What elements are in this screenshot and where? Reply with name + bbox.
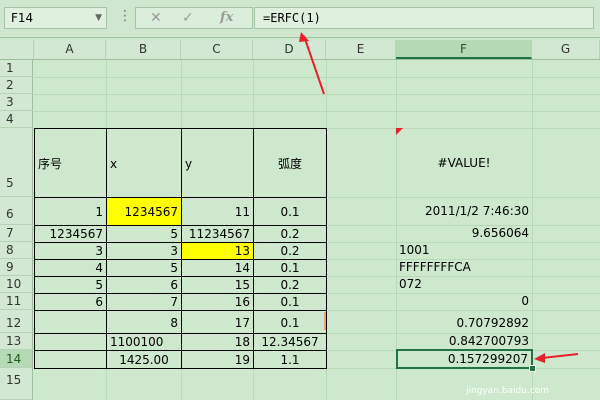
table-cell[interactable]: 0.2 [253, 225, 327, 243]
cell-f6[interactable]: 2011/1/2 7:46:30 [396, 197, 532, 225]
annotation-arrow-left [534, 353, 579, 363]
select-all-corner[interactable] [0, 40, 34, 59]
row-header-8[interactable]: 8 [0, 242, 33, 259]
table-cell[interactable]: 4 [34, 259, 107, 277]
table-cell[interactable]: 1 [34, 197, 107, 226]
grid-line [34, 111, 600, 112]
table-cell[interactable]: 3 [34, 242, 107, 260]
table-cell[interactable]: 5 [34, 276, 107, 294]
table-cell[interactable]: 0.1 [253, 259, 327, 277]
column-header-b[interactable]: B [106, 40, 181, 59]
table-cell[interactable]: 6 [106, 276, 182, 294]
cell-f13[interactable]: 0.842700793 [396, 333, 532, 350]
confirm-icon[interactable]: ✓ [182, 10, 194, 26]
table-header-index[interactable]: 序号 [34, 128, 107, 198]
row-header-3[interactable]: 3 [0, 94, 33, 111]
cell-f11[interactable]: 0 [396, 293, 532, 310]
table-cell[interactable]: 3 [106, 242, 182, 260]
row-header-6[interactable]: 6 [0, 197, 33, 225]
row-header-7[interactable]: 7 [0, 225, 33, 242]
row-header-2[interactable]: 2 [0, 77, 33, 94]
table-cell[interactable]: 1234567 [106, 197, 182, 226]
table-header-radian[interactable]: 弧度 [253, 128, 327, 198]
column-header-g[interactable]: G [532, 40, 600, 59]
table-cell[interactable]: 7 [106, 293, 182, 311]
table-cell[interactable]: 0.2 [253, 276, 327, 294]
table-cell[interactable] [34, 350, 107, 369]
table-cell[interactable]: 16 [181, 293, 254, 311]
row-header-13[interactable]: 13 [0, 333, 33, 350]
table-cell[interactable]: 6 [34, 293, 107, 311]
table-cell[interactable]: 5 [106, 225, 182, 243]
table-cell[interactable]: 18 [181, 333, 254, 351]
formula-buttons: ✕ ✓ fx [135, 7, 253, 29]
table-cell[interactable]: 8 [106, 310, 182, 334]
row-header-5[interactable]: 5 [0, 128, 33, 197]
table-header-x[interactable]: x [106, 128, 182, 198]
table-cell[interactable]: 15 [181, 276, 254, 294]
row-header-14[interactable]: 14 [0, 350, 33, 368]
table-cell[interactable]: 0.1 [253, 197, 327, 226]
cell-f7[interactable]: 9.656064 [396, 225, 532, 242]
table-cell[interactable]: 17 [181, 310, 254, 334]
row-header-10[interactable]: 10 [0, 276, 33, 293]
annotation-arrow-up [299, 32, 325, 95]
row-header-1[interactable]: 1 [0, 60, 33, 77]
row-header-12[interactable]: 12 [0, 310, 33, 333]
table-cell[interactable]: 19 [181, 350, 254, 369]
name-box[interactable]: F14 ▼ [4, 7, 107, 29]
watermark: jingyan.baidu.com [466, 386, 550, 396]
formula-input[interactable]: =ERFC(1) [254, 7, 594, 29]
row-header-9[interactable]: 9 [0, 259, 33, 276]
more-options-icon[interactable]: ⋮ [118, 8, 132, 24]
row-header-15[interactable]: 15 [0, 368, 33, 400]
name-box-value: F14 [11, 11, 34, 25]
column-header-a[interactable]: A [34, 40, 106, 59]
table-cell[interactable]: 5 [106, 259, 182, 277]
column-header-c[interactable]: C [181, 40, 253, 59]
table-cell[interactable]: 12.34567 [253, 333, 327, 351]
column-header-f[interactable]: F [396, 40, 532, 59]
cell-f8[interactable]: 1001 [396, 242, 532, 259]
cell-f9[interactable]: FFFFFFFFCA [396, 259, 532, 276]
table-cell[interactable] [34, 310, 107, 334]
table-cell[interactable]: 0.2 [253, 242, 327, 260]
insert-function-icon[interactable]: fx [220, 10, 233, 25]
table-cell[interactable] [34, 333, 107, 351]
cell-f5[interactable]: #VALUE! [396, 128, 532, 197]
table-cell[interactable]: 1.1 [253, 350, 327, 369]
row-header-11[interactable]: 11 [0, 293, 33, 310]
table-cell[interactable]: 1234567 [34, 225, 107, 243]
table-cell[interactable]: 14 [181, 259, 254, 277]
row-header-4[interactable]: 4 [0, 111, 33, 128]
cell-f14-selected[interactable]: 0.157299207 [396, 349, 533, 369]
cell-comment-marker [396, 128, 403, 135]
cancel-icon[interactable]: ✕ [150, 10, 162, 26]
table-cell[interactable]: 11 [181, 197, 254, 226]
table-cell[interactable]: 1100100 [106, 333, 182, 351]
table-header-y[interactable]: y [181, 128, 254, 198]
table-cell[interactable]: 13 [181, 242, 254, 260]
cell-error-indicator [324, 312, 326, 330]
cell-f12[interactable]: 0.70792892 [396, 310, 532, 333]
table-cell[interactable]: 0.1 [253, 293, 327, 311]
chevron-down-icon[interactable]: ▼ [95, 8, 102, 28]
table-cell[interactable]: 1425.00 [106, 350, 182, 369]
column-header-e[interactable]: E [326, 40, 396, 59]
cell-f10[interactable]: 072 [396, 276, 532, 293]
table-cell[interactable]: 0.1 [253, 310, 327, 334]
table-cell[interactable]: 11234567 [181, 225, 254, 243]
